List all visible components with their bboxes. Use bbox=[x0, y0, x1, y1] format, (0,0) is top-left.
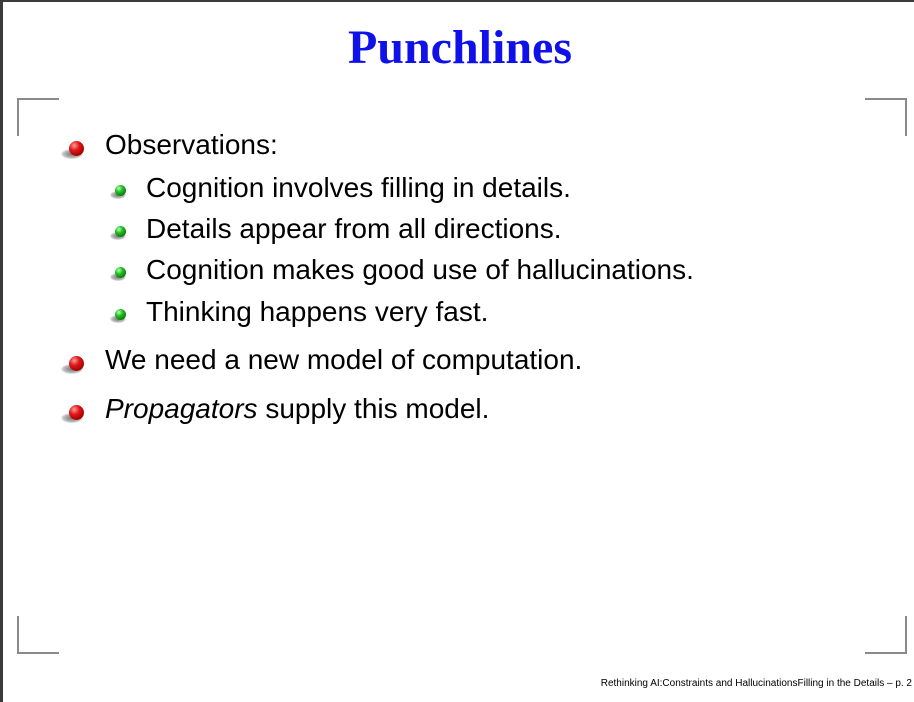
red-ball-bullet-icon bbox=[61, 356, 87, 376]
sub-item-cognition-filling: Cognition involves filling in details. bbox=[146, 172, 571, 203]
corner-mark-bottom-right bbox=[865, 616, 907, 654]
corner-mark-bottom-left bbox=[17, 616, 59, 654]
propagators-emphasis: Propagators bbox=[105, 393, 258, 424]
sub-item-hallucinations: Cognition makes good use of hallucinatio… bbox=[146, 254, 694, 285]
sub-item-thinking-fast: Thinking happens very fast. bbox=[146, 296, 489, 327]
list-item-new-model: We need a new model of computation. bbox=[105, 344, 583, 375]
corner-mark-top-left bbox=[17, 98, 59, 136]
green-ball-bullet-icon bbox=[110, 309, 130, 325]
red-ball-bullet-icon bbox=[61, 405, 87, 425]
list-item-observations: Observations: bbox=[105, 129, 278, 160]
green-ball-bullet-icon bbox=[110, 185, 130, 201]
propagators-rest-text: supply this model. bbox=[257, 393, 490, 424]
green-ball-bullet-icon bbox=[110, 226, 130, 242]
green-ball-bullet-icon bbox=[110, 267, 130, 283]
list-item-propagators: Propagators supply this model. bbox=[105, 392, 489, 426]
sub-item-details-directions: Details appear from all directions. bbox=[146, 213, 562, 244]
corner-mark-top-right bbox=[865, 98, 907, 136]
slide-title: Punchlines bbox=[347, 21, 573, 74]
slide-footer: Rethinking AI:Constraints and Hallucinat… bbox=[600, 678, 912, 689]
slide: Punchlines Observations: Cognition invol… bbox=[0, 0, 914, 702]
red-ball-bullet-icon bbox=[61, 141, 87, 161]
